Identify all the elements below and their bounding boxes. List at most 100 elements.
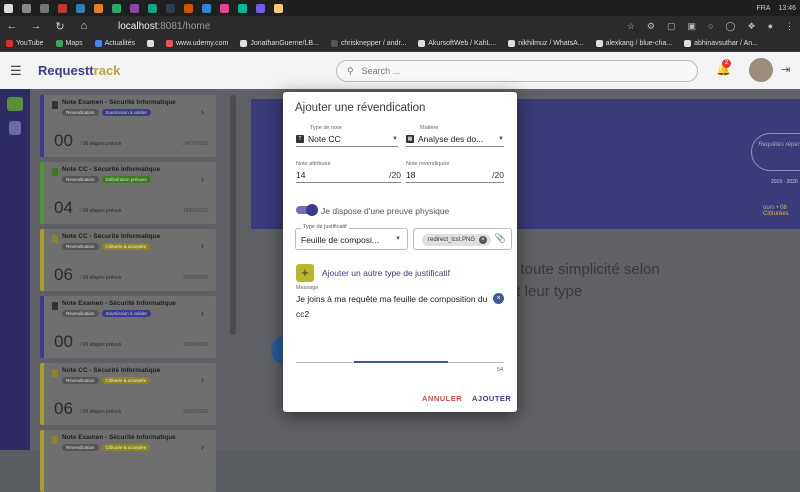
note-type-select[interactable]: Type de note T Note CC ▼ <box>296 125 398 147</box>
chevron-right-icon[interactable]: › <box>201 375 204 386</box>
type-chip: Revendication <box>62 243 99 250</box>
bookmark-alexkang[interactable]: alexkang / blue-cha... <box>595 40 672 47</box>
paperclip-icon[interactable]: 📎 <box>495 233 506 244</box>
app-icon[interactable] <box>148 3 157 13</box>
home-nav-icon[interactable] <box>7 97 23 111</box>
app-icon[interactable] <box>238 3 247 13</box>
list-scrollbar[interactable] <box>230 95 236 335</box>
step-count: 00 <box>54 131 73 150</box>
note-attributed-field[interactable]: Note attribuée 14/20 <box>296 161 401 183</box>
status-chip: Délibération prévues <box>101 176 151 183</box>
bookmark-udemy[interactable]: www.udemy.com <box>166 40 228 47</box>
request-card[interactable]: Note Examen - Sécurité Informatique Reve… <box>40 95 216 157</box>
app-logo[interactable]: Requesttrack <box>38 63 120 78</box>
windows-start-icon[interactable] <box>4 3 13 13</box>
app-icon[interactable] <box>166 3 175 13</box>
app-icon[interactable] <box>274 3 283 13</box>
bookmark-maps[interactable]: Maps <box>55 40 83 47</box>
app-icon[interactable] <box>184 3 193 13</box>
profile-icon[interactable]: ● <box>768 21 773 31</box>
request-card[interactable]: Note CC - Sécurité Informatique Revendic… <box>40 363 216 425</box>
taskview-icon[interactable] <box>40 3 49 13</box>
bookmark-chrisknepper[interactable]: chrisknepper / andr... <box>330 40 406 47</box>
app-icon[interactable] <box>202 3 211 13</box>
message-textarea[interactable]: Je joins à ma requête ma feuille de comp… <box>296 292 492 322</box>
app-icon[interactable] <box>76 3 85 13</box>
file-attachment-field[interactable]: redirect_lcst.PNG × 📎 <box>413 228 512 250</box>
clear-message-icon[interactable]: × <box>493 293 504 304</box>
extension-icon[interactable]: ▢ <box>667 21 676 32</box>
year-selector[interactable]: 2019 - 2020 <box>771 179 798 185</box>
message-underline <box>296 361 504 363</box>
search-icon[interactable] <box>22 3 31 13</box>
justification-type-select[interactable]: Type de justificatif Feuille de composi.… <box>295 224 408 250</box>
extension-icon[interactable]: ◯ <box>725 21 735 32</box>
request-card[interactable]: Note CC - Sécurité Informatique Revendic… <box>40 229 216 291</box>
app-icon[interactable] <box>220 3 229 13</box>
reload-icon[interactable]: ↻ <box>54 20 66 33</box>
star-icon[interactable]: ☆ <box>627 21 635 32</box>
chevron-right-icon[interactable]: › <box>201 107 204 118</box>
bookmark-abhinavsuthar[interactable]: abhinavsuthar / An... <box>684 40 758 47</box>
extension-icon[interactable]: ▣ <box>687 21 696 32</box>
request-card[interactable]: Note CC - Sécurité Informatique Revendic… <box>40 162 216 224</box>
app-icon[interactable] <box>58 3 67 13</box>
step-total: / 06 étapes prévus <box>80 275 122 281</box>
chevron-right-icon[interactable]: › <box>201 442 204 453</box>
extension-icon[interactable]: ⚙ <box>647 21 655 32</box>
bookmark-youtube[interactable]: YouTube <box>6 40 44 47</box>
submit-button[interactable]: AJOUTER <box>472 394 511 403</box>
add-justification-label[interactable]: Ajouter un autre type de justificatif <box>322 268 450 278</box>
card-title: Note CC - Sécurité Informatique <box>62 233 161 240</box>
step-total: / 06 étapes prévus <box>80 342 122 348</box>
app-icon[interactable] <box>112 3 121 13</box>
requests-pill[interactable]: Requêtes répertoriées <box>751 133 800 171</box>
bookmark-lb[interactable]: JonathanGuerne/LB... <box>240 40 319 47</box>
app-icon[interactable] <box>94 3 103 13</box>
bookmark-news[interactable]: Actualités <box>94 40 135 47</box>
dialog-title: Ajouter une révendication <box>295 102 426 114</box>
youtube-icon <box>6 40 13 47</box>
clock[interactable]: 13:46 <box>778 5 796 12</box>
logout-icon[interactable]: ⇥ <box>781 63 790 76</box>
users-nav-icon[interactable] <box>9 121 21 135</box>
extension-icon[interactable]: ○ <box>708 21 713 31</box>
search-input[interactable]: ⚲ Search ... <box>336 60 698 82</box>
cancel-button[interactable]: ANNULER <box>422 394 462 403</box>
type-chip: Revendication <box>62 176 99 183</box>
lock-icon <box>52 436 58 444</box>
extensions-puzzle-icon[interactable]: ❖ <box>747 21 755 32</box>
physical-proof-toggle[interactable] <box>296 204 318 216</box>
note-claimed-field[interactable]: Note revendiquée 18/20 <box>406 161 504 183</box>
note-claimed-value: 18 <box>406 169 416 180</box>
chevron-right-icon[interactable]: › <box>201 174 204 185</box>
page-icon <box>240 40 248 47</box>
type-chip: Revendication <box>62 109 99 116</box>
news-icon <box>94 40 102 47</box>
add-justification-button[interactable]: + <box>296 264 314 282</box>
request-card[interactable]: Note Examen - Sécurité Informatique Reve… <box>40 430 216 492</box>
back-icon[interactable]: ← <box>6 20 18 32</box>
bookmark-page[interactable] <box>147 40 154 47</box>
app-icon[interactable] <box>256 3 265 13</box>
app-icon[interactable] <box>130 3 139 13</box>
menu-icon[interactable]: ⋮ <box>785 21 794 32</box>
url-field[interactable]: localhost:8081/home <box>118 21 210 32</box>
bookmark-akursoft[interactable]: AkursoftWeb / KahL... <box>418 40 496 47</box>
udemy-icon <box>166 40 173 47</box>
page-icon <box>684 40 692 47</box>
type-chip: Revendication <box>62 377 99 384</box>
subject-select[interactable]: Matière ▦ Analyse des do... ▼ <box>406 125 504 147</box>
home-icon[interactable]: ⌂ <box>78 20 90 32</box>
language-indicator[interactable]: FRA <box>756 5 770 12</box>
request-card[interactable]: Note Examen - Sécurité Informatique Reve… <box>40 296 216 358</box>
bookmark-nikhilmuz[interactable]: nikhilmuz / WhatsA... <box>508 40 584 47</box>
step-count: 06 <box>54 265 73 284</box>
forward-icon[interactable]: → <box>30 20 42 32</box>
remove-file-icon[interactable]: × <box>479 236 488 244</box>
document-icon <box>52 101 58 109</box>
hamburger-menu-icon[interactable]: ☰ <box>10 63 30 79</box>
avatar[interactable] <box>749 58 773 82</box>
chevron-right-icon[interactable]: › <box>201 308 204 319</box>
chevron-right-icon[interactable]: › <box>201 241 204 252</box>
